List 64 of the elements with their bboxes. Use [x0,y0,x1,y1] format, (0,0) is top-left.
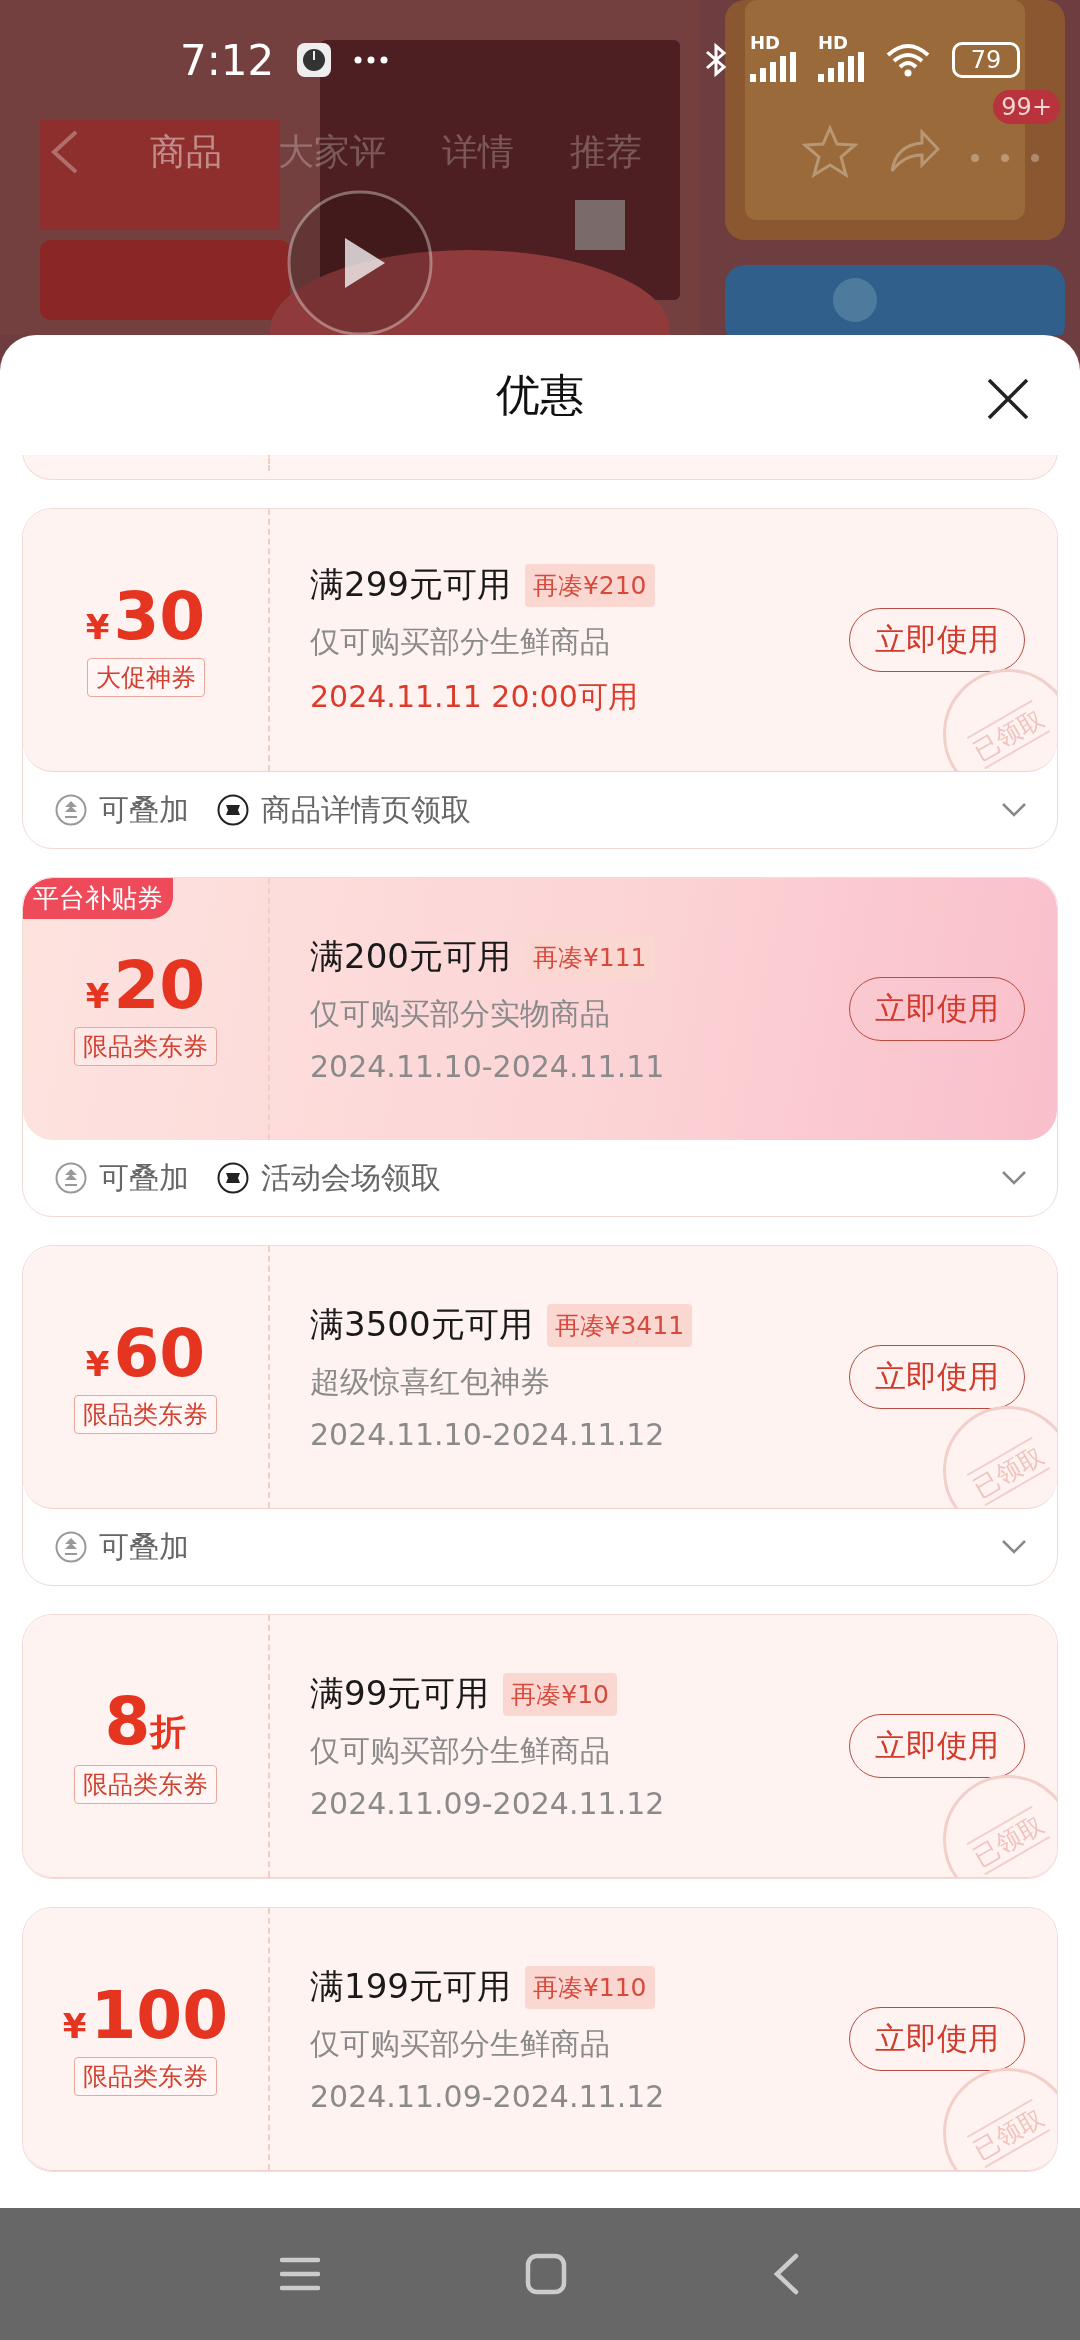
coupon-type-tag: 限品类东券 [74,1394,217,1434]
coupon-condition: 满99元可用 [310,1672,490,1715]
footer-label: 活动会场领取 [261,1158,441,1197]
clock-time: 7:12 [180,35,275,85]
stack-icon [55,794,87,826]
battery-icon: 79 [952,42,1020,78]
network-label: HD [818,32,848,53]
ticket-icon [217,1162,249,1194]
more-icon[interactable] [970,152,1040,163]
gap-tag: 再凑¥10 [503,1672,617,1716]
back-icon[interactable] [50,130,80,174]
menu-icon[interactable] [280,2256,320,2292]
coupon-amount: 8折 [104,1688,187,1757]
coupon-date: 2024.11.09-2024.11.12 [310,1786,666,1821]
coupon-date: 2024.11.11 20:00可用 [310,678,639,716]
coupon-type-tag: 限品类东券 [74,1026,217,1066]
chevron-down-icon[interactable] [1001,1539,1027,1555]
chevron-down-icon[interactable] [1001,802,1027,818]
stack-icon [55,1531,87,1563]
star-icon[interactable] [802,125,858,179]
chevron-down-icon[interactable] [1001,1170,1027,1186]
coupon-scope: 超级惊喜红包神券 [310,1363,551,1401]
coupon-scope: 仅可购买部分生鲜商品 [310,2025,611,2063]
footer-label: 可叠加 [99,790,189,829]
coupon-type-tag: 大促神券 [86,657,205,697]
timer-icon [296,42,333,78]
bluetooth-icon [704,42,728,78]
page-tab[interactable]: 商品 [150,127,222,177]
coupon-type-tag: 限品类东券 [74,2056,217,2096]
footer-label: 可叠加 [99,1527,189,1566]
footer-label: 可叠加 [99,1158,189,1197]
stack-icon [55,1162,87,1194]
signal-icon [818,52,864,82]
gap-tag: 再凑¥210 [524,563,655,607]
footer-label: 商品详情页领取 [261,790,471,829]
gap-tag: 再凑¥110 [524,1965,655,2009]
play-icon[interactable] [285,188,435,338]
coupon-condition: 满199元可用 [310,1965,511,2008]
more-icon [354,56,389,64]
coupon-amount: ¥60 [85,1320,206,1387]
back-icon[interactable] [772,2253,800,2295]
coupon-condition: 满200元可用 [310,935,511,978]
corner-tag: 平台补贴券 [23,878,173,919]
coupon-scope: 仅可购买部分生鲜商品 [310,1732,611,1770]
network-label: HD [750,32,780,53]
close-icon[interactable] [986,377,1030,421]
coupon-condition: 满3500元可用 [310,1303,533,1346]
gap-tag: 再凑¥3411 [546,1303,693,1347]
ticket-icon [217,794,249,826]
signal-icon [750,52,796,82]
coupon-scope: 仅可购买部分实物商品 [310,995,611,1033]
coupon-amount: ¥20 [85,952,206,1019]
coupon-condition: 满299元可用 [310,563,511,606]
gap-tag: 再凑¥111 [524,935,655,979]
coupon-date: 2024.11.10-2024.11.12 [310,1417,666,1452]
coupon-amount: ¥30 [85,583,206,650]
sheet-title: 优惠 [496,367,584,422]
wifi-icon [886,43,930,77]
coupon-scope: 仅可购买部分生鲜商品 [310,623,611,661]
coupon-date: 2024.11.09-2024.11.12 [310,2079,666,2114]
home-icon[interactable] [525,2253,567,2295]
coupon-type-tag: 限品类东券 [74,1764,217,1804]
coupon-date: 2024.11.10-2024.11.11 [310,1049,666,1084]
coupon-amount: ¥100 [62,1982,229,2049]
